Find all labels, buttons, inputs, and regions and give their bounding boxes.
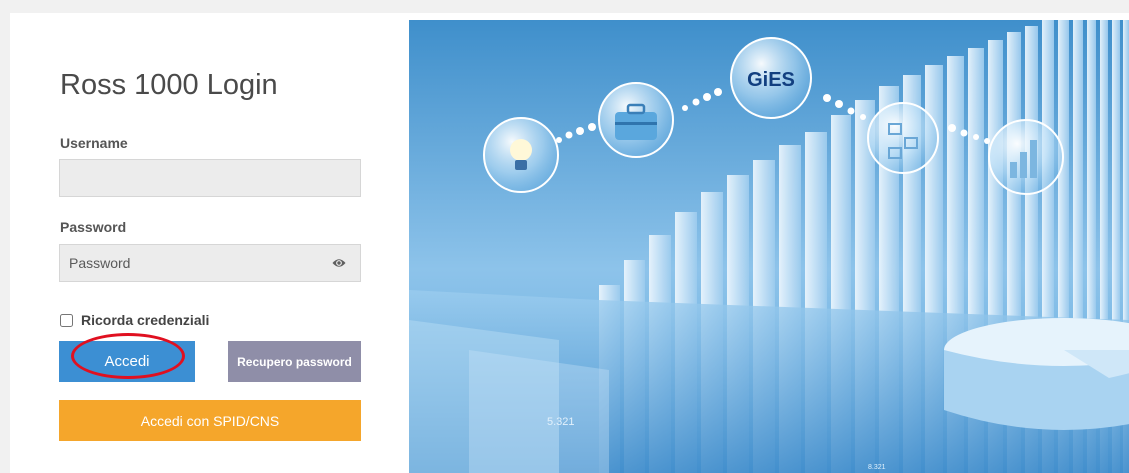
network-icon [867, 102, 939, 174]
hero-image: GiES 5.321 8.321 [409, 20, 1129, 473]
login-card: Ross 1000 Login Username Password Ricord… [10, 13, 1129, 473]
username-label: Username [60, 135, 128, 151]
password-input[interactable] [59, 244, 361, 282]
accedi-button[interactable]: Accedi [59, 341, 195, 382]
accedi-spid-button[interactable]: Accedi con SPID/CNS [59, 400, 361, 441]
page-title: Ross 1000 Login [60, 69, 278, 101]
remember-credentials[interactable]: Ricorda credenziali [60, 312, 209, 328]
hero-illustration: GiES 5.321 8.321 [409, 20, 1129, 473]
eye-icon[interactable] [332, 257, 346, 269]
lightbulb-icon [483, 117, 559, 193]
bar-chart-icon [988, 119, 1064, 195]
hero-number-2: 8.321 [868, 464, 886, 471]
recupero-password-button[interactable]: Recupero password [228, 341, 361, 382]
hero-number-1: 5.321 [547, 416, 575, 428]
pie-chart-graphic [944, 318, 1129, 430]
password-label: Password [60, 219, 127, 235]
gies-logo-text: GiES [747, 69, 795, 91]
username-input[interactable] [59, 159, 361, 197]
gies-logo-bubble: GiES [730, 37, 812, 119]
remember-label: Ricorda credenziali [81, 312, 210, 328]
briefcase-icon [598, 82, 674, 158]
login-panel: Ross 1000 Login Username Password Ricord… [10, 13, 408, 473]
remember-checkbox[interactable] [60, 313, 73, 327]
